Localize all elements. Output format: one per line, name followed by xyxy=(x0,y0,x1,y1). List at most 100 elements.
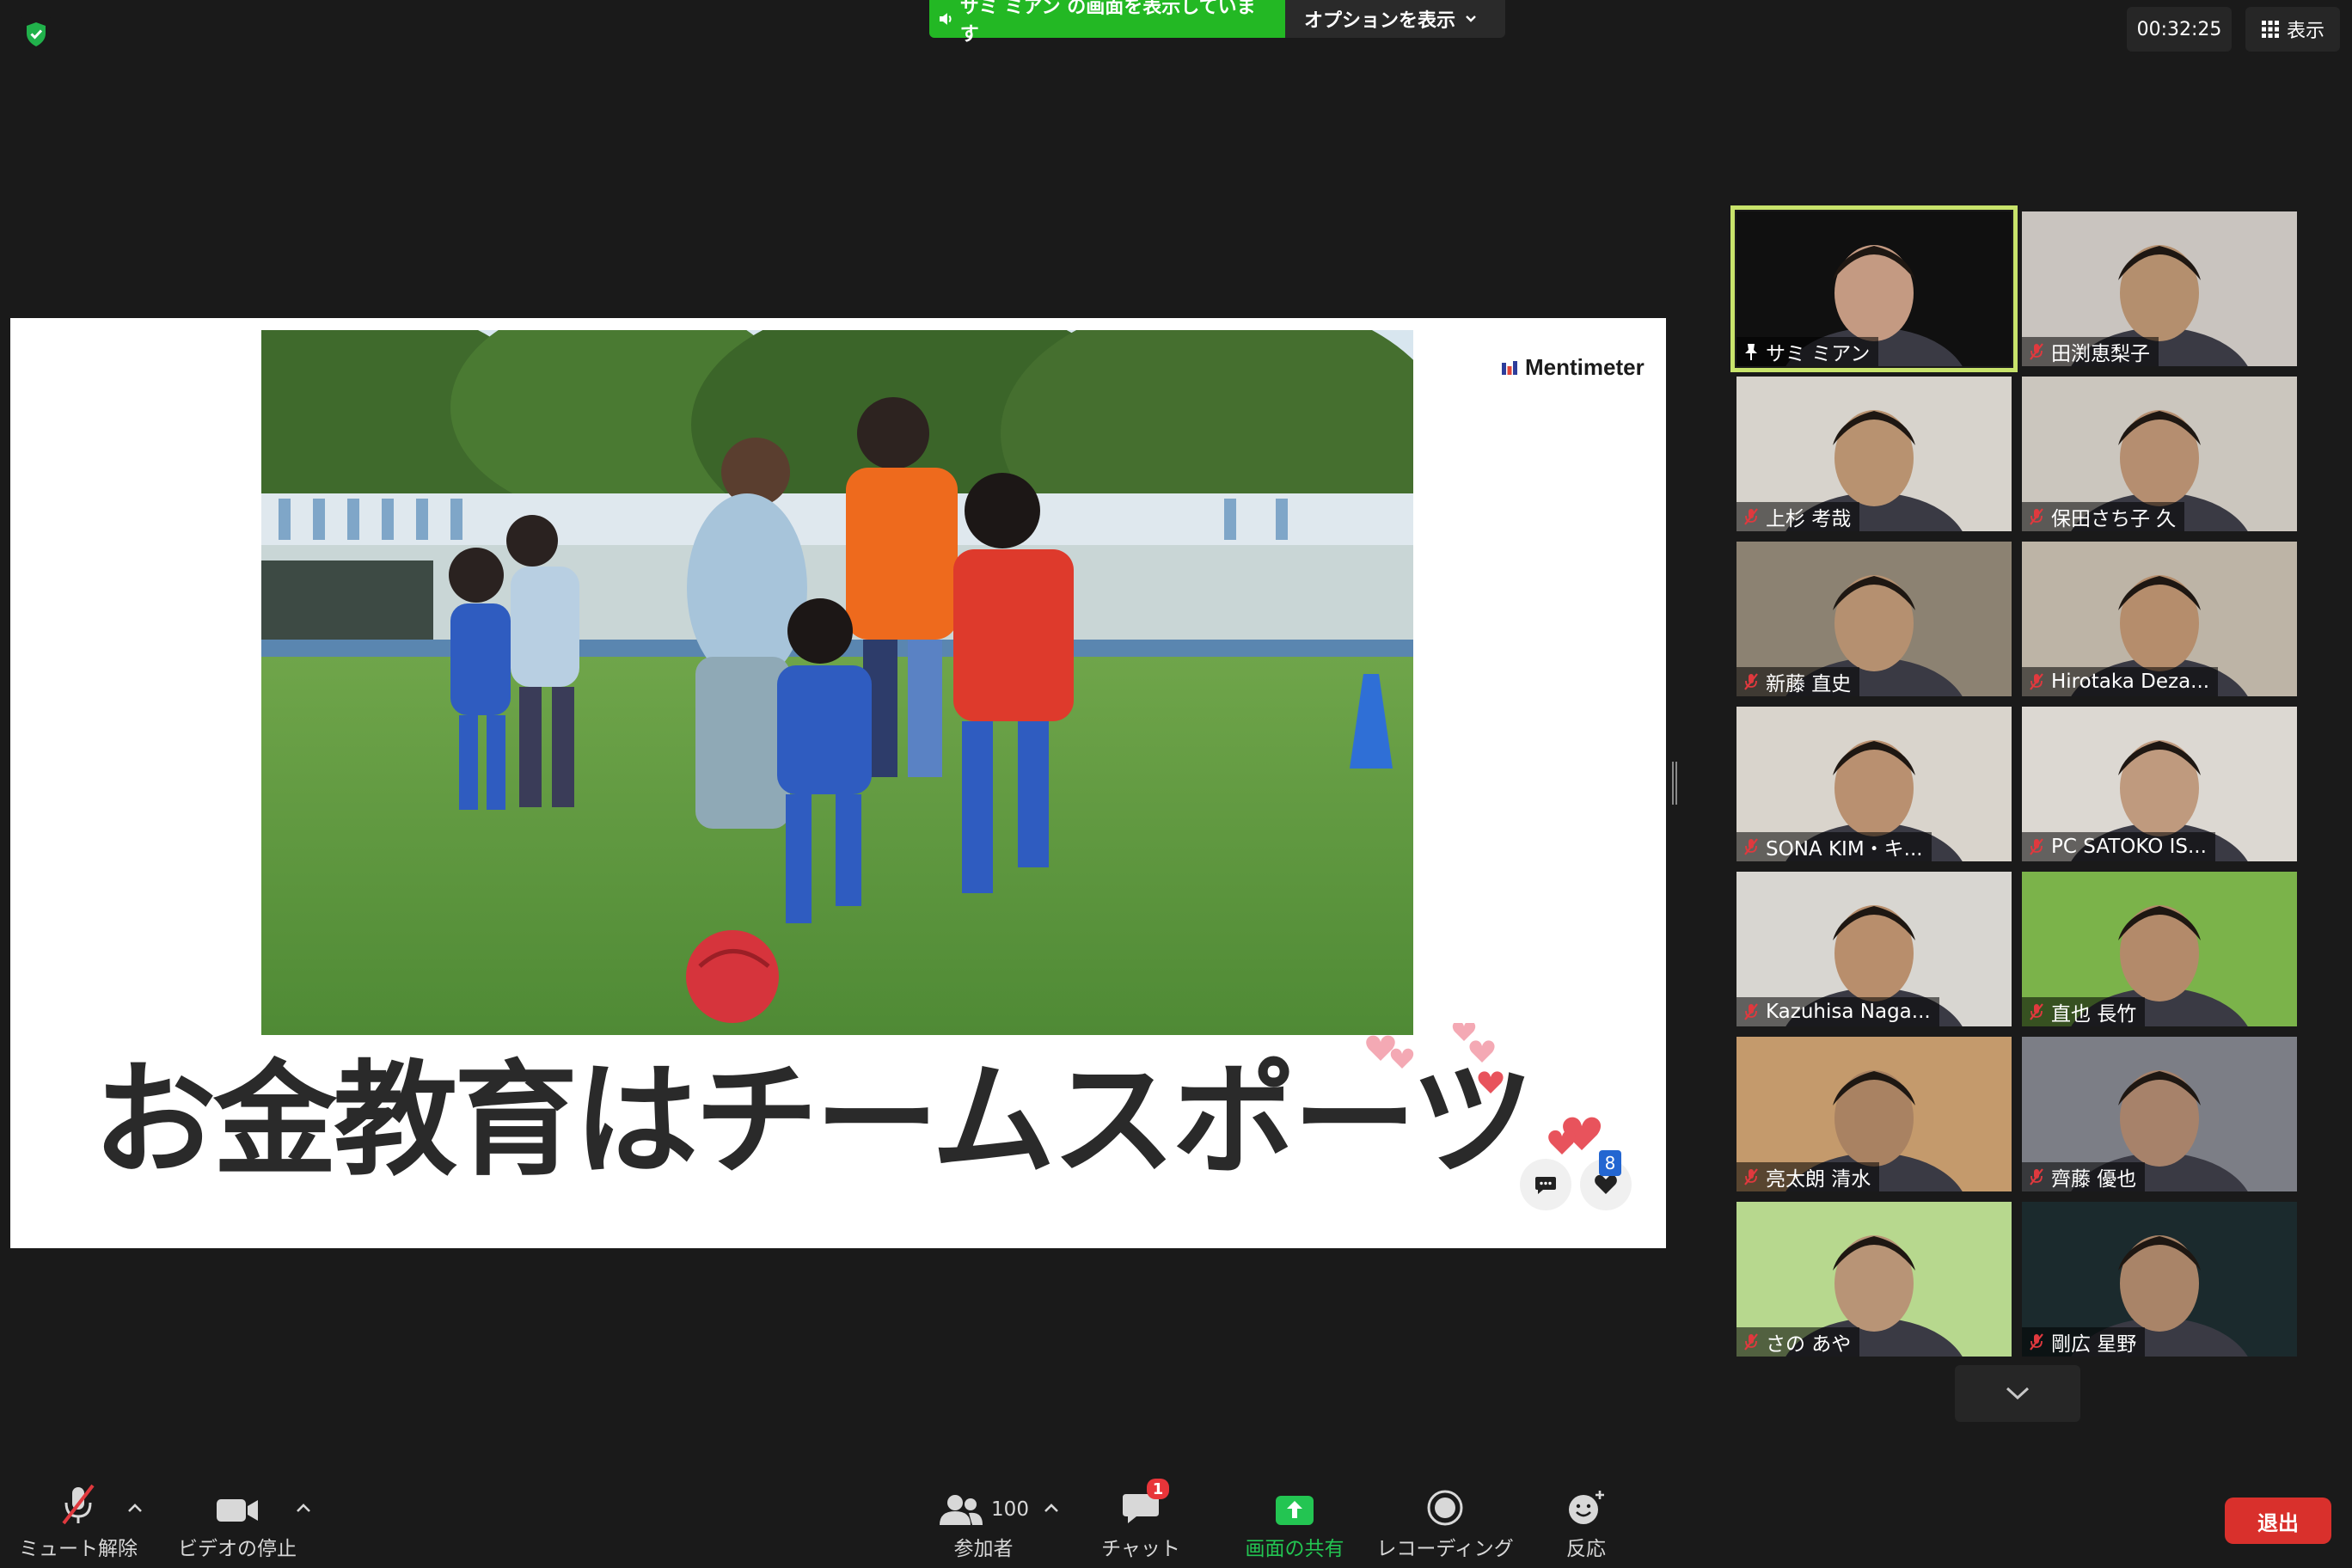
participant-name: 齊藤 優也 xyxy=(2051,1168,2137,1191)
participants-options-caret-icon[interactable] xyxy=(1038,1499,1064,1516)
chat-label: チャット xyxy=(1101,1538,1180,1560)
pin-icon xyxy=(1745,344,1757,360)
participant-name-tag: SONA KIM・キ... xyxy=(1736,832,1932,861)
participant-name: Hirotaka Deza... xyxy=(2051,671,2210,693)
participant-tile[interactable]: 田渕恵梨子 xyxy=(2022,211,2297,366)
participant-name: 田渕恵梨子 xyxy=(2051,343,2150,365)
audio-options-caret-icon[interactable] xyxy=(122,1499,148,1516)
stop-video-label: ビデオの停止 xyxy=(178,1538,297,1560)
microphone-muted-icon xyxy=(2030,343,2043,360)
participant-name-tag: Hirotaka Deza... xyxy=(2022,667,2219,696)
unmute-button[interactable]: ミュート解除 xyxy=(19,1475,138,1561)
record-icon xyxy=(1427,1490,1463,1526)
view-label: 表示 xyxy=(2286,21,2324,42)
participant-name-tag: 新藤 直史 xyxy=(1736,667,1860,696)
speaker-icon xyxy=(939,13,952,25)
chevron-down-icon xyxy=(1466,15,1476,22)
comment-icon xyxy=(1535,1177,1556,1194)
participant-name-tag: 田渕恵梨子 xyxy=(2022,337,2159,366)
microphone-muted-icon xyxy=(1744,1168,1758,1185)
participant-name-tag: 齊藤 優也 xyxy=(2022,1162,2146,1191)
reactions-label: 反応 xyxy=(1566,1538,1606,1560)
microphone-muted-icon xyxy=(1744,838,1758,855)
reactions-button[interactable]: 反応 xyxy=(1547,1475,1625,1561)
participant-tile[interactable]: 亮太朗 清水 xyxy=(1736,1037,2012,1191)
heart-icon xyxy=(1595,1174,1617,1194)
participant-name: 上杉 考哉 xyxy=(1766,508,1852,530)
participant-tile[interactable]: 齊藤 優也 xyxy=(2022,1037,2297,1191)
participant-tile[interactable]: 保田さち子 久 xyxy=(2022,377,2297,531)
participant-name: PC SATOKO IS... xyxy=(2051,836,2207,858)
shared-screen-slide: Mentimeter お金教育はチームスポーツ 8 xyxy=(10,318,1666,1248)
participant-name: 剛広 星野 xyxy=(2051,1333,2137,1356)
participant-name: 亮太朗 清水 xyxy=(1766,1168,1871,1191)
microphone-muted-icon xyxy=(1744,1003,1758,1020)
participant-tile[interactable]: 直也 長竹 xyxy=(2022,872,2297,1026)
participant-name: サミ ミアン xyxy=(1766,343,1871,365)
participant-tile[interactable]: Kazuhisa Naga... xyxy=(1736,872,2012,1026)
share-screen-label: 画面の共有 xyxy=(1245,1538,1344,1560)
participant-name: 新藤 直史 xyxy=(1766,673,1852,695)
view-layout-button[interactable]: 表示 xyxy=(2245,7,2340,52)
microphone-muted-icon xyxy=(2030,508,2043,525)
leave-label: 退出 xyxy=(2257,1510,2299,1535)
participants-icon xyxy=(940,1495,983,1525)
screen-share-banner: サミ ミアン の画面を表示しています オプションを表示 xyxy=(929,0,1505,46)
video-options-caret-icon[interactable] xyxy=(291,1499,316,1516)
mentimeter-brand: Mentimeter xyxy=(1525,354,1645,380)
chat-button[interactable]: チャット xyxy=(1093,1475,1188,1561)
video-camera-icon xyxy=(217,1499,258,1522)
participant-name: 直也 長竹 xyxy=(2051,1003,2137,1026)
participant-tile[interactable]: 上杉 考哉 xyxy=(1736,377,2012,531)
view-options-button[interactable]: オプションを表示 xyxy=(1285,0,1505,38)
comment-reaction-button[interactable] xyxy=(1520,1159,1571,1210)
timer-text: 00:32:25 xyxy=(2136,18,2222,40)
microphone-muted-icon xyxy=(2030,1168,2043,1185)
microphone-muted-icon xyxy=(1744,673,1758,690)
soccer-photo xyxy=(261,330,1413,1035)
recording-label: レコーディング xyxy=(1376,1538,1514,1560)
participant-tile[interactable]: PC SATOKO IS... xyxy=(2022,707,2297,861)
participant-tile[interactable]: さの あや xyxy=(1736,1202,2012,1357)
participant-name: 保田さち子 久 xyxy=(2051,508,2177,530)
participant-tile[interactable]: SONA KIM・キ... xyxy=(1736,707,2012,861)
participant-tile[interactable]: Hirotaka Deza... xyxy=(2022,542,2297,696)
chevron-down-icon xyxy=(2006,1387,2030,1400)
participant-name-tag: 直也 長竹 xyxy=(2022,997,2146,1026)
security-shield-icon[interactable] xyxy=(19,17,53,52)
participants-label: 参加者 xyxy=(953,1538,1014,1560)
share-screen-icon xyxy=(1276,1496,1314,1525)
participant-name-tag: 亮太朗 清水 xyxy=(1736,1162,1880,1191)
share-status-text: サミ ミアン の画面を表示しています xyxy=(959,0,1256,46)
share-screen-button[interactable]: 画面の共有 xyxy=(1234,1475,1355,1561)
microphone-muted-icon xyxy=(1744,508,1758,525)
mentimeter-logo-icon xyxy=(1502,360,1517,375)
leave-meeting-button[interactable]: 退出 xyxy=(2225,1498,2331,1544)
participant-name-tag: サミ ミアン xyxy=(1736,337,1879,366)
meeting-timer: 00:32:25 xyxy=(2127,7,2232,52)
participants-count: 100 xyxy=(991,1498,1029,1521)
gallery-next-page-button[interactable] xyxy=(1955,1365,2080,1422)
recording-button[interactable]: レコーディング xyxy=(1376,1475,1514,1561)
panel-splitter-handle[interactable] xyxy=(1671,762,1678,805)
participant-name-tag: 剛広 星野 xyxy=(2022,1327,2146,1357)
participant-name-tag: Kazuhisa Naga... xyxy=(1736,997,1939,1026)
participant-tile[interactable]: サミ ミアン xyxy=(1730,205,2018,372)
participants-button[interactable]: 100 参加者 xyxy=(923,1475,1044,1561)
microphone-muted-icon xyxy=(1744,1333,1758,1351)
microphone-muted-icon xyxy=(2030,673,2043,690)
participant-tile[interactable]: 新藤 直史 xyxy=(1736,542,2012,696)
chat-unread-badge: 1 xyxy=(1147,1479,1169,1499)
stop-video-button[interactable]: ビデオの停止 xyxy=(177,1475,297,1561)
microphone-muted-icon xyxy=(2030,838,2043,855)
view-options-label: オプションを表示 xyxy=(1304,10,1456,32)
microphone-muted-icon xyxy=(2030,1333,2043,1351)
microphone-muted-icon xyxy=(2030,1003,2043,1020)
unmute-label: ミュート解除 xyxy=(19,1538,138,1560)
participant-name: Kazuhisa Naga... xyxy=(1766,1001,1931,1023)
participant-name-tag: さの あや xyxy=(1736,1327,1860,1357)
grid-icon xyxy=(2261,21,2279,38)
participant-name: SONA KIM・キ... xyxy=(1766,838,1923,861)
participant-tile[interactable]: 剛広 星野 xyxy=(2022,1202,2297,1357)
participant-name: さの あや xyxy=(1766,1333,1852,1356)
